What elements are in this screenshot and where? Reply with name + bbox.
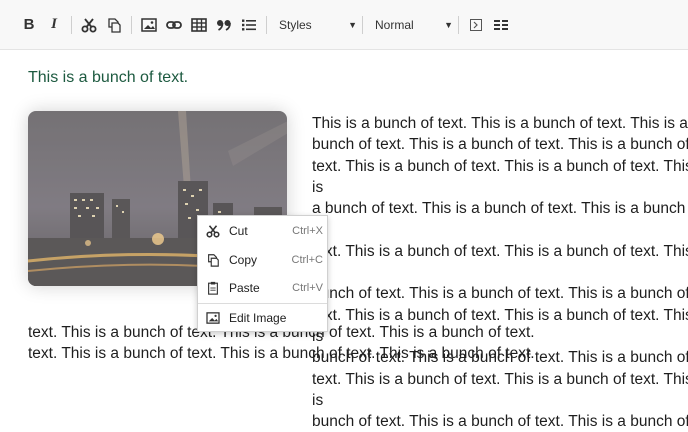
maximize-button[interactable]	[490, 12, 512, 38]
context-menu-copy[interactable]: Copy Ctrl+C	[198, 247, 327, 273]
toolbar-separator	[71, 15, 72, 34]
list-button[interactable]	[238, 12, 260, 38]
source-button[interactable]	[465, 12, 487, 38]
copy-button[interactable]	[103, 12, 125, 38]
menu-item-shortcut: Ctrl+C	[291, 254, 323, 266]
bold-button[interactable]: B	[18, 12, 40, 38]
menu-item-label: Edit Image	[229, 311, 287, 325]
table-icon	[191, 17, 207, 32]
menu-item-label: Paste	[229, 281, 260, 295]
scissors-icon	[206, 224, 220, 238]
format-dropdown-label: Normal	[375, 17, 414, 32]
menu-item-label: Cut	[229, 224, 248, 238]
editor-content-area[interactable]: This is a bunch of text. This is a bunch…	[0, 51, 688, 430]
image-icon	[206, 311, 220, 325]
toolbar-separator	[266, 15, 267, 34]
format-dropdown[interactable]: Normal ▼	[369, 12, 455, 38]
context-menu-cut[interactable]: Cut Ctrl+X	[198, 218, 327, 244]
menu-item-label: Copy	[229, 253, 258, 267]
link-icon	[166, 20, 182, 29]
italic-button[interactable]: I	[43, 12, 65, 38]
wrapped-text[interactable]: This is a bunch of text. This is a bunch…	[312, 113, 688, 432]
layout-icon	[494, 19, 508, 30]
source-icon	[470, 18, 482, 31]
copy-icon	[108, 17, 121, 33]
context-menu-edit-image[interactable]: Edit Image	[198, 305, 327, 331]
context-menu-paste[interactable]: Paste Ctrl+V	[198, 275, 327, 301]
menu-divider	[198, 303, 327, 304]
copy-icon	[206, 253, 220, 267]
image-icon	[141, 17, 157, 32]
blockquote-button[interactable]	[213, 12, 235, 38]
chevron-down-icon: ▼	[444, 19, 453, 30]
styles-dropdown[interactable]: Styles ▼	[273, 12, 359, 38]
toolbar-separator	[458, 15, 459, 34]
toolbar-separator	[131, 15, 132, 34]
link-button[interactable]	[163, 12, 185, 38]
menu-item-shortcut: Ctrl+X	[292, 225, 323, 237]
image-button[interactable]	[138, 12, 160, 38]
toolbar-separator	[362, 15, 363, 34]
editor-toolbar: B I Styles ▼ Normal ▼	[0, 0, 688, 50]
styles-dropdown-label: Styles	[279, 17, 312, 32]
scissors-icon	[81, 17, 97, 32]
paragraph-text[interactable]: text. This is a bunch of text. This is a…	[28, 322, 688, 365]
chevron-down-icon: ▼	[348, 19, 357, 30]
table-button[interactable]	[188, 12, 210, 38]
cut-button[interactable]	[78, 12, 100, 38]
paragraph-text[interactable]: This is a bunch of text.	[28, 69, 188, 87]
quote-icon	[217, 19, 231, 31]
bulleted-list-icon	[242, 19, 256, 30]
paste-icon	[206, 281, 220, 295]
menu-item-shortcut: Ctrl+V	[292, 282, 323, 294]
context-menu: Cut Ctrl+X Copy Ctrl+C Paste Ctrl+V Edit…	[197, 215, 328, 332]
